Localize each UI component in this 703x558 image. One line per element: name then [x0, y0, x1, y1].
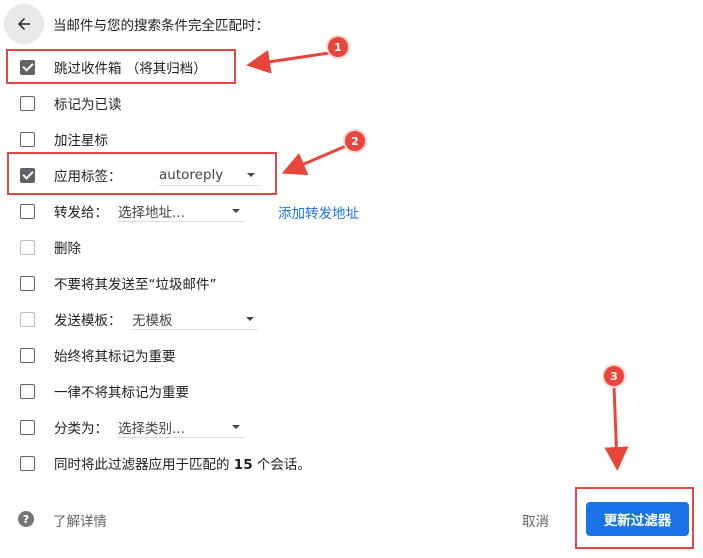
- arrow-3-icon: [604, 386, 629, 471]
- annotation-badge-2: 2: [345, 131, 365, 151]
- arrow-1-icon: [246, 49, 330, 74]
- annotation-badge-3: 3: [604, 366, 624, 386]
- annotation-arrows: [246, 49, 629, 471]
- annotation-badge-1: 1: [328, 37, 348, 57]
- arrow-2-icon: [281, 144, 347, 176]
